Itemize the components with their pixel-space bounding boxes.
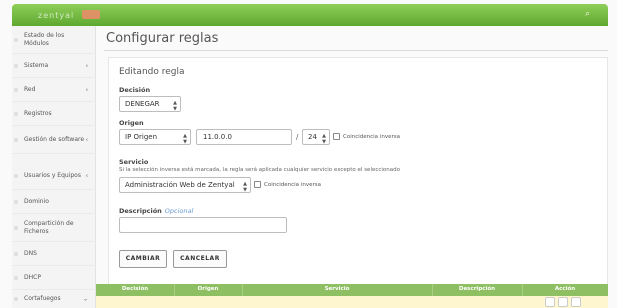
select-arrow-icon: ▲ ▼ bbox=[183, 133, 187, 145]
firewall-icon bbox=[14, 297, 18, 301]
sidebar-item-estado-modulos[interactable]: Estado de los Módulos bbox=[12, 26, 96, 54]
descripcion-label-text: Descripción bbox=[119, 207, 162, 215]
users-icon bbox=[14, 173, 18, 178]
logs-icon bbox=[14, 111, 18, 116]
chevron-left-icon: ‹ bbox=[85, 62, 88, 69]
servicio-inverse-label: Coincidencia inversa bbox=[264, 182, 321, 188]
title-divider bbox=[104, 50, 608, 51]
module-status-icon bbox=[14, 37, 18, 42]
decision-select[interactable]: DENEGAR ▲ ▼ bbox=[119, 96, 181, 112]
network-icon bbox=[14, 87, 18, 92]
optional-hint: Opcional bbox=[164, 207, 194, 215]
sidebar-item-dhcp[interactable]: DHCP bbox=[12, 266, 96, 290]
search-icon[interactable]: ⌕ bbox=[585, 9, 590, 19]
sidebar-item-dominio[interactable]: Dominio bbox=[12, 190, 96, 214]
sidebar-item-label: Registros bbox=[24, 109, 52, 117]
origen-inverse-label: Coincidencia inversa bbox=[343, 134, 400, 140]
chevron-down-icon: ⌄ bbox=[82, 295, 88, 303]
sidebar-item-gestion-software[interactable]: Gestión de software ‹ bbox=[12, 126, 96, 154]
servicio-value: Administración Web de Zentyal bbox=[125, 181, 235, 189]
select-arrow-icon: ▲ ▼ bbox=[322, 133, 326, 145]
edit-icon[interactable] bbox=[558, 297, 568, 307]
sidebar-item-label: Sistema bbox=[24, 61, 49, 69]
top-bar: zentyal ⌕ bbox=[12, 4, 608, 26]
mask-separator: / bbox=[296, 133, 299, 141]
select-arrow-icon: ▲ ▼ bbox=[243, 181, 247, 193]
sidebar-item-label: DHCP bbox=[24, 273, 41, 281]
column-header-servicio: Servicio bbox=[324, 286, 350, 292]
edit-rule-panel: Editando regla Decisión DENEGAR ▲ ▼ Orige… bbox=[108, 57, 608, 308]
sidebar-item-label: Estado de los Módulos bbox=[24, 31, 65, 47]
table-row bbox=[96, 296, 608, 308]
origen-ip-value: 11.0.0.0 bbox=[203, 133, 232, 141]
chevron-left-icon: ‹ bbox=[85, 172, 88, 179]
form-title: Editando regla bbox=[119, 67, 185, 77]
servicio-select[interactable]: Administración Web de Zentyal ▲ ▼ bbox=[119, 177, 251, 193]
cancel-button[interactable]: CANCELAR bbox=[173, 250, 227, 268]
servicio-hint: Si la selección inversa está marcada, la… bbox=[119, 167, 401, 173]
brand-badge bbox=[82, 10, 100, 19]
sidebar-item-red[interactable]: Red ‹ bbox=[12, 78, 96, 102]
rules-table-header: Decisión Origen Servicio Descripción Acc… bbox=[96, 284, 608, 296]
chevron-left-icon: ‹ bbox=[85, 136, 88, 143]
select-arrow-icon: ▲ ▼ bbox=[173, 100, 177, 112]
domain-icon bbox=[14, 199, 18, 204]
main-content: Configurar reglas Editando regla Decisió… bbox=[96, 26, 608, 308]
origen-mask-select[interactable]: 24 ▲ ▼ bbox=[302, 129, 330, 145]
sidebar-item-label: Usuarios y Equipos bbox=[24, 171, 81, 179]
sidebar-item-label: Dominio bbox=[24, 197, 49, 205]
decision-label: Decisión bbox=[119, 86, 151, 94]
page-title: Configurar reglas bbox=[106, 31, 219, 46]
sidebar-item-registros[interactable]: Registros bbox=[12, 102, 96, 126]
change-button[interactable]: CAMBIAR bbox=[119, 250, 167, 268]
servicio-inverse-checkbox[interactable] bbox=[254, 181, 261, 188]
origen-inverse-checkbox[interactable] bbox=[333, 133, 340, 140]
sidebar-item-label: Red bbox=[24, 85, 36, 93]
software-icon bbox=[14, 137, 18, 142]
sidebar-item-usuarios-equipos[interactable]: Usuarios y Equipos ‹ bbox=[12, 162, 96, 190]
origen-ip-input[interactable]: 11.0.0.0 bbox=[196, 129, 292, 145]
decision-value: DENEGAR bbox=[125, 100, 160, 108]
sidebar-item-sistema[interactable]: Sistema ‹ bbox=[12, 54, 96, 78]
descripcion-label: Descripción Opcional bbox=[119, 207, 193, 215]
chevron-left-icon: ‹ bbox=[85, 86, 88, 93]
sidebar-item-label: Cortafuegos bbox=[24, 295, 61, 302]
origen-label: Origen bbox=[119, 119, 144, 127]
brand-logo: zentyal bbox=[38, 11, 75, 20]
dns-icon bbox=[14, 251, 18, 256]
sidebar-item-dns[interactable]: DNS bbox=[12, 242, 96, 266]
delete-icon[interactable] bbox=[571, 297, 581, 307]
sidebar-item-cortafuegos[interactable]: Cortafuegos ⌄ bbox=[12, 290, 96, 308]
sidebar-item-label: Gestión de software bbox=[24, 135, 85, 143]
origen-type-select[interactable]: IP Origen ▲ ▼ bbox=[119, 129, 191, 145]
descripcion-input[interactable] bbox=[119, 217, 287, 233]
origen-type-value: IP Origen bbox=[125, 133, 158, 141]
origen-mask-value: 24 bbox=[308, 133, 317, 141]
sidebar-item-comparticion-ficheros[interactable]: Compartición de Ficheros bbox=[12, 214, 96, 242]
rule-action-icon[interactable] bbox=[545, 297, 555, 307]
column-header-accion: Acción bbox=[554, 286, 576, 292]
column-header-decision: Decisión bbox=[121, 286, 149, 292]
system-icon bbox=[14, 63, 18, 68]
column-header-origen: Origen bbox=[197, 286, 219, 292]
dhcp-icon bbox=[14, 275, 18, 280]
file-sharing-icon bbox=[14, 225, 18, 230]
sidebar: Estado de los Módulos Sistema ‹ Red ‹ Re… bbox=[12, 26, 96, 308]
sidebar-item-label: DNS bbox=[24, 249, 37, 257]
sidebar-item-label: Compartición de Ficheros bbox=[24, 219, 74, 235]
servicio-label: Servicio bbox=[119, 158, 149, 166]
column-header-descripcion: Descripción bbox=[458, 286, 496, 292]
